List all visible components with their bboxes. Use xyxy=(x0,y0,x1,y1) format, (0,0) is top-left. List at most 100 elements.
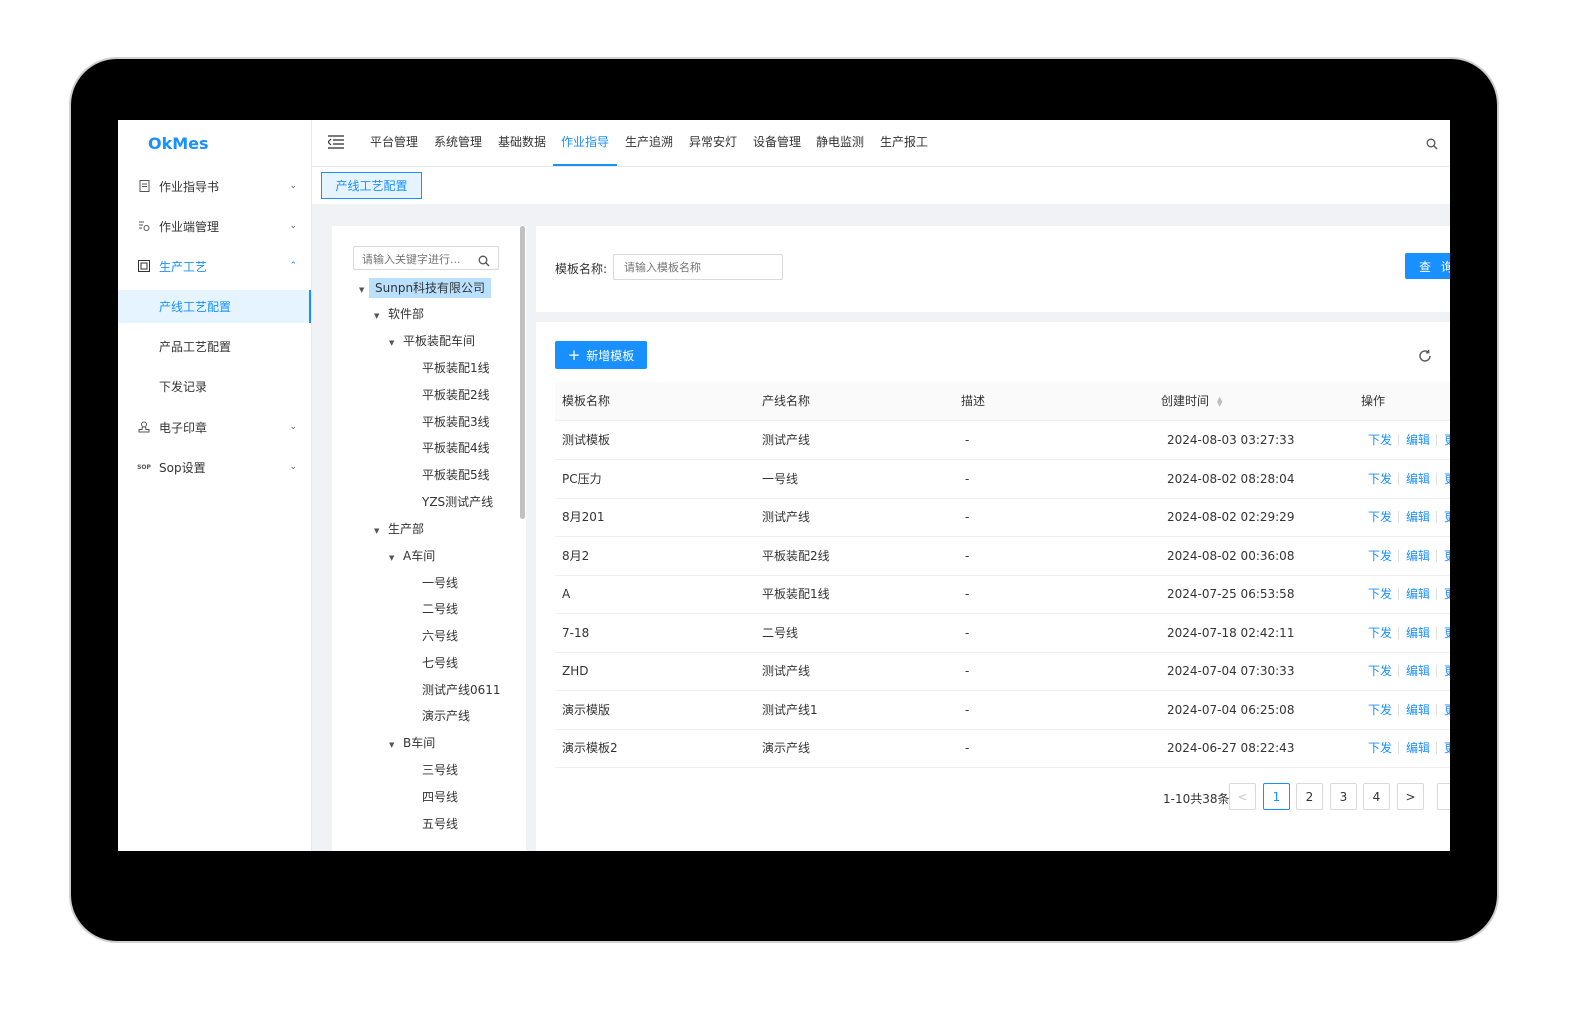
query-button[interactable]: 查 询 xyxy=(1405,253,1450,279)
action-divider xyxy=(1398,588,1399,600)
nav-item-system[interactable]: 系统管理 xyxy=(434,120,482,166)
search-icon[interactable] xyxy=(478,252,490,267)
more-action-link[interactable]: 更 xyxy=(1444,460,1450,498)
nav-item-esd-monitor[interactable]: 静电监测 xyxy=(816,120,864,166)
dispatch-link[interactable]: 下发 xyxy=(1368,421,1392,459)
sidebar-item-sop-settings[interactable]: SOP Sop设置 ⌄ xyxy=(118,450,311,484)
edit-link[interactable]: 编辑 xyxy=(1406,652,1430,690)
pagination-prev[interactable]: < xyxy=(1229,783,1256,810)
more-action-link[interactable]: 更 xyxy=(1444,421,1450,459)
sidebar-item-work-instruction[interactable]: 作业指导书 ⌄ xyxy=(118,169,311,203)
tree-node-line[interactable]: 六号线 xyxy=(422,626,458,646)
sidebar-subitem-product-process-config[interactable]: 产品工艺配置 xyxy=(118,330,311,363)
add-template-button[interactable]: + 新增模板 xyxy=(555,341,647,369)
template-name-input[interactable] xyxy=(613,254,783,280)
tree-node-line[interactable]: 一号线 xyxy=(422,573,458,593)
more-action-link[interactable]: 更 xyxy=(1444,498,1450,536)
cell-template-name: ZHD xyxy=(562,664,589,678)
sidebar-item-production-process[interactable]: 生产工艺 ⌃ xyxy=(118,249,311,283)
sidebar-item-electronic-seal[interactable]: 电子印章 ⌄ xyxy=(118,410,311,444)
tree-node-line[interactable]: 测试产线0611 xyxy=(422,680,501,700)
nav-item-work-guidance[interactable]: 作业指导 xyxy=(553,120,617,166)
dispatch-link[interactable]: 下发 xyxy=(1368,614,1392,652)
caret-down-icon[interactable]: ▼ xyxy=(389,735,403,755)
dispatch-link[interactable]: 下发 xyxy=(1368,575,1392,613)
caret-down-icon[interactable]: ▼ xyxy=(374,521,388,541)
tree-node-workshop-a[interactable]: ▼ A车间 xyxy=(389,546,435,566)
table-row: 8月201 测试产线 - 2024-08-02 02:29:29 下发编辑更 xyxy=(555,498,1450,537)
edit-link[interactable]: 编辑 xyxy=(1406,421,1430,459)
terminal-icon xyxy=(138,220,150,232)
tree-scrollbar[interactable] xyxy=(520,226,525,519)
chevron-up-icon: ⌃ xyxy=(289,261,297,271)
nav-item-platform[interactable]: 平台管理 xyxy=(370,120,418,166)
tree-node-line[interactable]: 五号线 xyxy=(422,814,458,834)
caret-down-icon[interactable]: ▼ xyxy=(389,333,403,353)
nav-item-basic-data[interactable]: 基础数据 xyxy=(498,120,546,166)
column-header-created-time[interactable]: 创建时间 ▲ ▼ xyxy=(1161,382,1222,420)
more-action-link[interactable]: 更 xyxy=(1444,729,1450,767)
more-action-link[interactable]: 更 xyxy=(1444,575,1450,613)
edit-link[interactable]: 编辑 xyxy=(1406,729,1430,767)
tree-node-line[interactable]: 平板装配4线 xyxy=(422,438,490,458)
search-icon[interactable] xyxy=(1426,135,1440,150)
tree-node-line[interactable]: 平板装配1线 xyxy=(422,358,490,378)
cell-description: - xyxy=(965,548,970,563)
edit-link[interactable]: 编辑 xyxy=(1406,691,1430,729)
edit-link[interactable]: 编辑 xyxy=(1406,498,1430,536)
tab-line-process-config[interactable]: 产线工艺配置 xyxy=(321,172,422,199)
more-action-link[interactable]: 更 xyxy=(1444,537,1450,575)
pagination-size-changer[interactable] xyxy=(1437,783,1450,810)
edit-link[interactable]: 编辑 xyxy=(1406,537,1430,575)
dispatch-link[interactable]: 下发 xyxy=(1368,691,1392,729)
action-divider xyxy=(1398,549,1399,562)
cell-created-time: 2024-08-03 03:27:33 xyxy=(1167,433,1295,447)
tree-node-line[interactable]: YZS测试产线 xyxy=(422,492,493,512)
sidebar-subitem-dispatch-records[interactable]: 下发记录 xyxy=(118,370,311,403)
nav-item-andon[interactable]: 异常安灯 xyxy=(689,120,737,166)
pagination-next[interactable]: > xyxy=(1397,783,1424,810)
tree-node-workshop-b[interactable]: ▼ B车间 xyxy=(389,733,435,753)
sort-icon[interactable]: ▲ ▼ xyxy=(1217,395,1222,407)
tree-node-line[interactable]: 平板装配5线 xyxy=(422,465,490,485)
nav-item-production-report[interactable]: 生产报工 xyxy=(880,120,928,166)
pagination-page[interactable]: 2 xyxy=(1296,783,1323,810)
tree-search-input[interactable] xyxy=(354,247,482,271)
tree-node-line[interactable]: 平板装配3线 xyxy=(422,412,490,432)
pagination-page[interactable]: 4 xyxy=(1363,783,1390,810)
caret-down-icon[interactable]: ▼ xyxy=(359,278,373,298)
sidebar-item-terminal-management[interactable]: 作业端管理 ⌄ xyxy=(118,209,311,243)
nav-item-traceability[interactable]: 生产追溯 xyxy=(625,120,673,166)
more-action-link[interactable]: 更 xyxy=(1444,652,1450,690)
tree-node-line[interactable]: 三号线 xyxy=(422,760,458,780)
tree-node-line[interactable]: 平板装配2线 xyxy=(422,385,490,405)
caret-down-icon[interactable]: ▼ xyxy=(374,306,388,326)
tree-node-company[interactable]: Sunpn科技有限公司 xyxy=(369,278,492,298)
refresh-icon[interactable] xyxy=(1418,348,1432,362)
tree-node-line[interactable]: 演示产线 xyxy=(422,706,470,726)
dispatch-link[interactable]: 下发 xyxy=(1368,652,1392,690)
tree-node-line[interactable]: 七号线 xyxy=(422,653,458,673)
tree-node-production-dept[interactable]: ▼ 生产部 xyxy=(374,519,424,539)
tree-node-line[interactable]: 二号线 xyxy=(422,599,458,619)
more-action-link[interactable]: 更 xyxy=(1444,691,1450,729)
edit-link[interactable]: 编辑 xyxy=(1406,614,1430,652)
pagination-page[interactable]: 1 xyxy=(1263,783,1290,810)
nav-item-equipment[interactable]: 设备管理 xyxy=(753,120,801,166)
cell-description: - xyxy=(965,664,970,678)
dispatch-link[interactable]: 下发 xyxy=(1368,460,1392,498)
sidebar-subitem-line-process-config[interactable]: 产线工艺配置 xyxy=(118,290,311,323)
edit-link[interactable]: 编辑 xyxy=(1406,575,1430,613)
dispatch-link[interactable]: 下发 xyxy=(1368,537,1392,575)
cell-line-name: 二号线 xyxy=(762,625,799,640)
tree-node-line[interactable]: 四号线 xyxy=(422,787,458,807)
menu-fold-icon[interactable] xyxy=(327,134,344,149)
edit-link[interactable]: 编辑 xyxy=(1406,460,1430,498)
tree-node-software-dept[interactable]: ▼ 软件部 xyxy=(374,304,424,324)
pagination-page[interactable]: 3 xyxy=(1330,783,1357,810)
more-action-link[interactable]: 更 xyxy=(1444,614,1450,652)
caret-down-icon[interactable]: ▼ xyxy=(389,548,403,568)
dispatch-link[interactable]: 下发 xyxy=(1368,498,1392,536)
dispatch-link[interactable]: 下发 xyxy=(1368,729,1392,767)
tree-node-tablet-workshop[interactable]: ▼ 平板装配车间 xyxy=(389,331,475,351)
